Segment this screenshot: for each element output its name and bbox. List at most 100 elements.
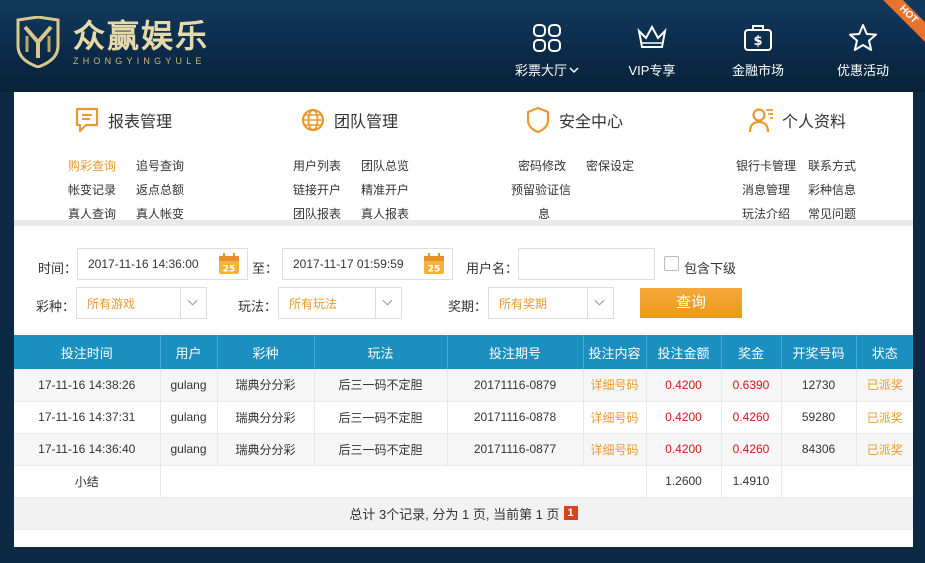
menu-link-chase-query[interactable]: 追号查询 <box>136 157 184 174</box>
col-play: 玩法 <box>314 335 448 369</box>
star-icon <box>849 24 877 51</box>
table-row: 17-11-16 14:36:40 gulang 瑞典分分彩 后三一码不定胆 2… <box>14 433 913 466</box>
menu-link-live-report[interactable]: 真人报表 <box>361 205 409 222</box>
user-icon <box>748 108 773 133</box>
detail-link[interactable]: 详细号码 <box>583 369 647 402</box>
col-amount: 投注金额 <box>646 335 722 369</box>
menu-link-bet-query[interactable]: 购彩查询 <box>68 157 116 174</box>
page-button-current[interactable]: 1 <box>563 506 578 520</box>
briefcase-dollar-icon: $ <box>744 25 772 51</box>
subtotal-label: 小结 <box>14 465 161 498</box>
menu-link-link-register[interactable]: 链接开户 <box>293 181 341 198</box>
play-label: 玩法： <box>238 299 278 314</box>
prize-label: 奖期： <box>448 299 488 314</box>
nav-vip-label: VIP专享 <box>628 63 676 78</box>
menu-link-live-query[interactable]: 真人查询 <box>68 205 116 222</box>
nav-finance-label: 金融市场 <box>731 63 784 78</box>
include-sub-label: 包含下级 <box>684 261 737 276</box>
menu-team-header: 团队管理 <box>300 106 398 134</box>
lottery-label: 彩种： <box>36 299 76 314</box>
report-icon <box>75 107 99 133</box>
nav-lottery-hall[interactable]: 彩票大厅 <box>502 22 592 79</box>
col-lottery: 彩种 <box>217 335 315 369</box>
menu-link-security-question[interactable]: 密保设定 <box>586 157 634 174</box>
pager-row: 总计 3个记录, 分为 1 页, 当前第 1 页 1 <box>14 497 913 530</box>
menu-link-bank-cards[interactable]: 银行卡管理 <box>736 157 796 174</box>
include-sub-checkbox[interactable] <box>664 256 679 271</box>
lottery-select[interactable]: 所有游戏 <box>76 287 207 319</box>
col-bet-time: 投注时间 <box>14 335 161 369</box>
menu-link-direct-register[interactable]: 精准开户 <box>361 181 409 198</box>
logo-shield-icon <box>16 16 60 68</box>
menu-link-account-changes[interactable]: 帐变记录 <box>68 181 116 198</box>
menu-link-team-overview[interactable]: 团队总览 <box>361 157 409 174</box>
menu-link-team-report[interactable]: 团队报表 <box>293 205 341 222</box>
time-label: 时间： <box>38 261 78 276</box>
calendar-icon[interactable]: 25 <box>422 252 446 276</box>
nav-lottery-hall-label: 彩票大厅 <box>514 63 567 78</box>
main-panel: 报表管理 购彩查询 追号查询 帐变记录 返点总额 真人查询 真人帐变 团队管理 … <box>14 92 913 547</box>
to-label: 至： <box>252 261 279 276</box>
table-row: 17-11-16 14:38:26 gulang 瑞典分分彩 后三一码不定胆 2… <box>14 369 913 402</box>
col-user: 用户 <box>160 335 218 369</box>
brand-name: 众赢娱乐 <box>73 17 210 55</box>
crown-icon <box>637 24 667 48</box>
chevron-down-icon <box>375 288 401 318</box>
grid-icon <box>533 24 561 52</box>
brand-logo[interactable]: 众赢娱乐 ZHONGYINGYULE <box>15 16 209 68</box>
username-label: 用户名： <box>466 261 519 276</box>
menu-link-play-guide[interactable]: 玩法介绍 <box>742 205 790 222</box>
menu-link-password-change[interactable]: 密码修改 <box>518 157 566 174</box>
status-badge: 已派奖 <box>856 433 913 466</box>
table-row: 17-11-16 14:37:31 gulang 瑞典分分彩 后三一码不定胆 2… <box>14 401 913 434</box>
chevron-down-icon <box>180 288 206 318</box>
col-status: 状态 <box>856 335 913 369</box>
pager-summary: 总计 3个记录, 分为 1 页, 当前第 1 页 <box>349 506 560 522</box>
chevron-down-icon <box>587 288 613 318</box>
svg-text:25: 25 <box>223 265 236 275</box>
brand-pinyin: ZHONGYINGYULE <box>73 56 206 66</box>
hot-badge: HOT <box>881 0 925 44</box>
col-draw-number: 开奖号码 <box>781 335 857 369</box>
chevron-down-icon <box>569 66 579 73</box>
status-badge: 已派奖 <box>856 369 913 402</box>
status-badge: 已派奖 <box>856 401 913 434</box>
end-time-input[interactable]: 2017-11-17 01:59:59 25 <box>282 248 453 280</box>
detail-link[interactable]: 详细号码 <box>583 433 647 466</box>
bet-records-table: 投注时间 用户 彩种 玩法 投注期号 投注内容 投注金额 奖金 开奖号码 状态 … <box>14 335 913 530</box>
table-header-row: 投注时间 用户 彩种 玩法 投注期号 投注内容 投注金额 奖金 开奖号码 状态 <box>14 335 913 369</box>
top-header: 众赢娱乐 ZHONGYINGYULE 彩票大厅 VIP专享 $ 金融市场 优惠活… <box>0 0 925 92</box>
subtotal-bonus: 1.4910 <box>721 465 782 498</box>
menu-link-lottery-info[interactable]: 彩种信息 <box>808 181 856 198</box>
start-time-input[interactable]: 2017-11-16 14:36:00 25 <box>77 248 248 280</box>
svg-text:$: $ <box>753 34 762 49</box>
detail-link[interactable]: 详细号码 <box>583 401 647 434</box>
menu-reports-header: 报表管理 <box>74 106 172 134</box>
play-select[interactable]: 所有玩法 <box>278 287 402 319</box>
query-button[interactable]: 查询 <box>640 288 742 318</box>
menu-link-rebate-total[interactable]: 返点总额 <box>136 181 184 198</box>
calendar-icon[interactable]: 25 <box>217 252 241 276</box>
menu-link-faq[interactable]: 常见问题 <box>808 205 856 222</box>
menu-profile-header: 个人资料 <box>748 106 846 134</box>
shield-icon <box>526 106 550 134</box>
menu-link-contact[interactable]: 联系方式 <box>808 157 856 174</box>
nav-finance[interactable]: $ 金融市场 <box>713 22 803 79</box>
globe-icon <box>301 108 325 132</box>
menu-security-header: 安全中心 <box>525 106 623 134</box>
account-menu: 报表管理 购彩查询 追号查询 帐变记录 返点总额 真人查询 真人帐变 团队管理 … <box>14 92 913 226</box>
menu-link-live-account[interactable]: 真人帐变 <box>136 205 184 222</box>
col-bonus: 奖金 <box>721 335 782 369</box>
subtotal-amount: 1.2600 <box>646 465 722 498</box>
pagination: 总计 3个记录, 分为 1 页, 当前第 1 页 1 <box>349 504 578 523</box>
menu-link-reserved-verification[interactable]: 预留验证信 <box>511 181 571 198</box>
nav-vip[interactable]: VIP专享 <box>607 22 697 79</box>
svg-text:25: 25 <box>428 265 441 275</box>
subtotal-row: 小结 1.2600 1.4910 <box>14 465 913 498</box>
username-input[interactable] <box>518 248 655 280</box>
menu-link-user-list[interactable]: 用户列表 <box>293 157 341 174</box>
prize-select[interactable]: 所有奖期 <box>488 287 614 319</box>
menu-link-messages[interactable]: 消息管理 <box>742 181 790 198</box>
col-content: 投注内容 <box>583 335 647 369</box>
menu-link-reserved-verification-cont[interactable]: 息 <box>538 205 550 222</box>
